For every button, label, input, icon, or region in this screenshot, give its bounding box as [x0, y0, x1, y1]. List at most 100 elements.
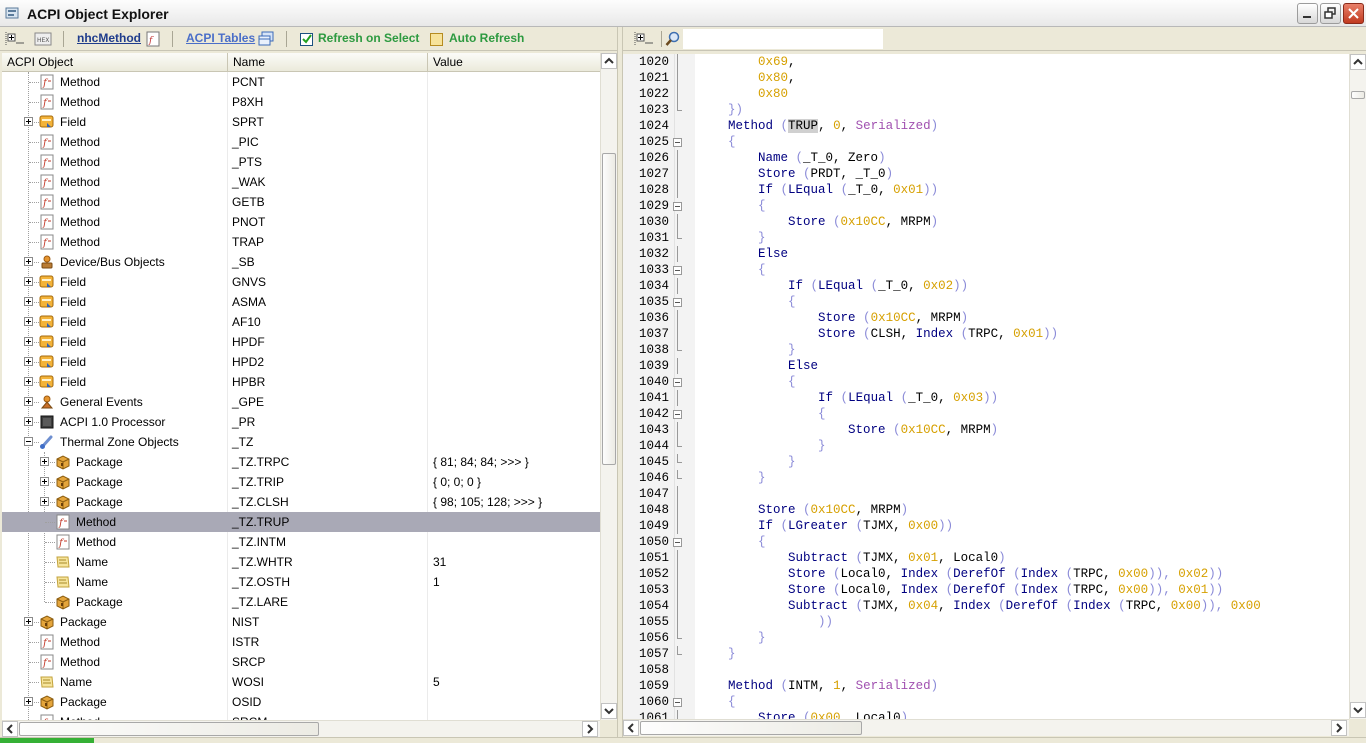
tree-row[interactable]: f Method P8XH	[2, 92, 600, 112]
tree-row[interactable]: Package _TZ.TRIP { 0; 0; 0 }	[2, 472, 600, 492]
expand-icon[interactable]	[40, 497, 49, 506]
tree-row[interactable]: Package _TZ.CLSH { 98; 105; 128; >>> }	[2, 492, 600, 512]
scroll-right-button[interactable]	[582, 721, 598, 737]
expand-icon[interactable]	[40, 477, 49, 486]
fold-toggle-icon[interactable]	[673, 138, 682, 147]
tree-horizontal-scrollbar[interactable]	[2, 720, 600, 737]
tree-row[interactable]: Field HPBR	[2, 372, 600, 392]
tree-row[interactable]: Field HPD2	[2, 352, 600, 372]
search-icon[interactable]	[665, 31, 681, 47]
fold-toggle-icon[interactable]	[673, 202, 682, 211]
tree-row[interactable]: ACPI 1.0 Processor _PR	[2, 412, 600, 432]
tree-row[interactable]: f Method ISTR	[2, 632, 600, 652]
tree-row[interactable]: Field AF10	[2, 312, 600, 332]
expand-icon[interactable]	[24, 617, 33, 626]
tree-row[interactable]: Thermal Zone Objects _TZ	[2, 432, 600, 452]
tree-row[interactable]: Package _TZ.LARE	[2, 592, 600, 612]
tree-row[interactable]: Field SPRT	[2, 112, 600, 132]
column-header-name[interactable]: Name	[228, 53, 428, 72]
scroll-thumb[interactable]	[602, 153, 616, 465]
tree-row[interactable]: Field GNVS	[2, 272, 600, 292]
tree-row[interactable]: Name WOSI 5	[2, 672, 600, 692]
expand-all-icon[interactable]	[633, 31, 655, 47]
tree-row[interactable]: f Method _PIC	[2, 132, 600, 152]
tree-row[interactable]: f Method SRCP	[2, 652, 600, 672]
restore-button[interactable]	[1320, 3, 1341, 24]
minimize-button[interactable]	[1297, 3, 1318, 24]
code-line: 1031 }	[623, 230, 1349, 246]
refresh-on-select-label[interactable]: Refresh on Select	[318, 31, 419, 45]
column-header-value[interactable]: Value	[428, 53, 600, 72]
code-token: TJMX,	[863, 551, 909, 565]
tree-row[interactable]: Field ASMA	[2, 292, 600, 312]
scroll-thumb[interactable]	[19, 722, 319, 736]
scroll-down-button[interactable]	[1350, 702, 1366, 718]
close-button[interactable]	[1343, 3, 1364, 24]
scroll-up-button[interactable]	[601, 53, 617, 69]
expand-icon[interactable]	[24, 337, 33, 346]
tree-row[interactable]: f Method TRAP	[2, 232, 600, 252]
tree-row[interactable]: Package _TZ.TRPC { 81; 84; 84; >>> }	[2, 452, 600, 472]
code-vertical-scrollbar[interactable]	[1349, 54, 1366, 719]
expand-icon[interactable]	[24, 257, 33, 266]
fold-toggle-icon[interactable]	[673, 410, 682, 419]
tree-row[interactable]: Package OSID	[2, 692, 600, 712]
acpi-tables-link[interactable]: ACPI Tables	[186, 31, 255, 45]
expand-tree-icon[interactable]	[4, 31, 26, 47]
code-horizontal-scrollbar[interactable]	[623, 719, 1349, 736]
expand-icon[interactable]	[24, 697, 33, 706]
scroll-right-button[interactable]	[1331, 720, 1347, 736]
line-number: 1046	[638, 471, 669, 485]
column-header-acpi-object[interactable]: ACPI Object	[2, 53, 228, 72]
nhc-method-link[interactable]: nhcMethod	[77, 31, 141, 45]
tree-row[interactable]: General Events _GPE	[2, 392, 600, 412]
expand-icon[interactable]	[24, 397, 33, 406]
tree-row[interactable]: Field HPDF	[2, 332, 600, 352]
method-icon: f	[55, 534, 71, 550]
scroll-left-button[interactable]	[623, 720, 639, 736]
tree-row-value: { 81; 84; 84; >>> }	[433, 455, 529, 469]
fold-toggle-icon[interactable]	[673, 538, 682, 547]
tables-icon[interactable]	[258, 31, 274, 47]
tree-row[interactable]: Package NIST	[2, 612, 600, 632]
expand-icon[interactable]	[24, 317, 33, 326]
auto-refresh-checkbox[interactable]	[430, 31, 444, 47]
scroll-down-button[interactable]	[601, 703, 617, 719]
tree-row-name: GNVS	[232, 275, 267, 289]
collapse-icon[interactable]	[24, 437, 33, 446]
fold-toggle-icon[interactable]	[673, 266, 682, 275]
fold-toggle-icon[interactable]	[673, 698, 682, 707]
expand-icon[interactable]	[24, 417, 33, 426]
scroll-thumb[interactable]	[1351, 91, 1365, 99]
tree-row[interactable]: fMethodSRCM	[2, 712, 600, 720]
refresh-on-select-checkbox[interactable]	[300, 31, 314, 47]
expand-icon[interactable]	[24, 357, 33, 366]
auto-refresh-label[interactable]: Auto Refresh	[449, 31, 524, 45]
tree-row[interactable]: f Method _TZ.INTM	[2, 532, 600, 552]
tree-row[interactable]: f Method _WAK	[2, 172, 600, 192]
method-doc-icon[interactable]: f	[146, 31, 160, 47]
expand-icon[interactable]	[24, 297, 33, 306]
tree-row[interactable]: Name _TZ.OSTH 1	[2, 572, 600, 592]
hex-icon[interactable]: HEX	[34, 31, 52, 47]
tree-row[interactable]: f Method PNOT	[2, 212, 600, 232]
tree-row[interactable]: f Method _TZ.TRUP	[2, 512, 600, 532]
search-input[interactable]	[683, 29, 883, 49]
tree-row[interactable]: f Method PCNT	[2, 72, 600, 92]
tree-row[interactable]: f Method _PTS	[2, 152, 600, 172]
expand-icon[interactable]	[24, 377, 33, 386]
scroll-left-button[interactable]	[2, 721, 18, 737]
fold-toggle-icon[interactable]	[673, 378, 682, 387]
tree-row[interactable]: Device/Bus Objects _SB	[2, 252, 600, 272]
scroll-thumb[interactable]	[640, 721, 862, 735]
scroll-up-button[interactable]	[1350, 54, 1366, 70]
expand-icon[interactable]	[24, 277, 33, 286]
tree-row[interactable]: f Method GETB	[2, 192, 600, 212]
expand-icon[interactable]	[24, 117, 33, 126]
tree-row[interactable]: Name _TZ.WHTR 31	[2, 552, 600, 572]
expand-icon[interactable]	[40, 457, 49, 466]
tree-vertical-scrollbar[interactable]	[600, 53, 617, 720]
fold-toggle-icon[interactable]	[673, 298, 682, 307]
code-editor[interactable]: 1020 0x69, 1021 0x80, 1022 0x80 1023 }) 1024…	[623, 54, 1349, 719]
